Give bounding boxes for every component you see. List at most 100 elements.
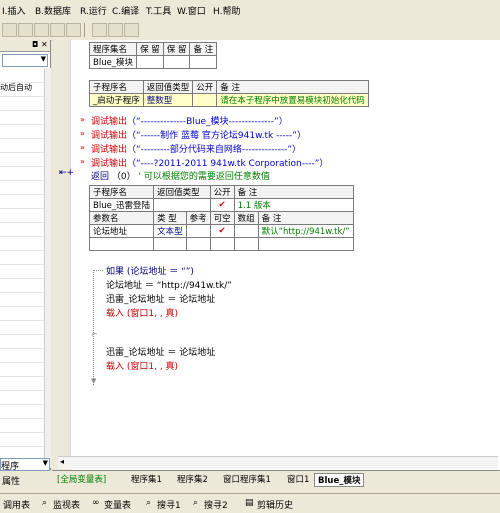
status-search1[interactable]: 搜寻1 [157,498,181,511]
tab-window1[interactable]: 窗口1 [284,473,312,485]
subroutine-name[interactable]: _启动子程序 [89,93,144,107]
property-row[interactable] [0,110,44,125]
menu-run[interactable]: R.运行 [80,4,107,17]
property-row[interactable] [0,376,44,391]
tab-global-vars[interactable]: [全局变量表] [54,473,109,485]
table-cell[interactable] [257,237,354,251]
remark-cell[interactable]: 请在本子程序中放置易模块初始化代码 [216,93,369,107]
close-icon[interactable]: ✕ [41,40,48,49]
subroutine-name[interactable]: Blue_迅雷登陆 [88,198,155,212]
tab-assembly2[interactable]: 程序集2 [174,473,211,485]
property-row[interactable] [0,166,44,181]
code-line[interactable]: 调试输出（“--------------Blue_模块-------------… [91,114,288,127]
table-cell[interactable] [185,237,211,251]
table-cell[interactable] [153,237,187,251]
property-row[interactable] [0,222,44,237]
scroll-left-icon[interactable]: ◂ [60,457,64,466]
toolbar-button[interactable] [50,23,65,37]
status-search2[interactable]: 搜寻2 [204,498,228,511]
property-row[interactable] [0,390,44,405]
property-row[interactable] [0,362,44,377]
toolbar-button[interactable] [2,23,17,37]
status-clip-history[interactable]: 剪辑历史 [257,498,293,511]
return-type[interactable] [153,198,211,212]
toolbar-separator [84,23,85,37]
table-cell[interactable] [189,55,218,69]
code-line[interactable]: 迅雷_论坛地址 ＝ 论坛地址 [106,345,215,358]
public-cell[interactable] [192,93,218,107]
property-row[interactable] [0,194,44,209]
assembly-name[interactable]: Blue_模块 [88,55,138,69]
status-call-table[interactable]: 调用表 [3,498,30,511]
toolbar-button[interactable] [18,23,33,37]
code-line[interactable]: 调试输出（“------制作 蓝莓 官方论坛941w.tk -----”） [91,128,306,141]
property-row[interactable] [0,138,44,153]
public-checkmark[interactable]: ✔ [209,198,235,212]
property-row[interactable] [0,418,44,433]
menu-tools[interactable]: T.工具 [146,4,171,17]
table-cell[interactable] [88,237,155,251]
horizontal-scrollbar[interactable]: ◂ [58,456,498,469]
status-variable-table[interactable]: 变量表 [104,498,131,511]
code-line[interactable]: 调试输出（“----?2011-2011 941w.tk Corporation… [91,156,328,169]
property-row[interactable] [0,180,44,195]
tab-blue-module[interactable]: Blue_模块 [314,473,365,487]
return-type[interactable]: 整数型 [142,93,194,107]
param-name[interactable]: 论坛地址 [88,224,155,238]
menu-help[interactable]: H.帮助 [213,4,240,17]
property-row[interactable] [0,96,44,111]
status-watch-table[interactable]: 监视表 [53,498,80,511]
table-cell[interactable] [233,237,259,251]
code-line[interactable]: 返回 （0） ' 可以根据您的需要返回任意数值 [91,169,270,182]
menu-insert[interactable]: I.插入 [2,4,26,17]
menu-window[interactable]: W.窗口 [177,4,206,17]
toolbar-button[interactable] [108,23,123,37]
property-row[interactable] [0,250,44,265]
code-line[interactable]: 论坛地址 ＝ “http://941w.tk/” [106,278,232,291]
property-row[interactable] [0,68,44,83]
toolbar-button[interactable] [124,23,139,37]
property-row[interactable] [0,236,44,251]
code-line[interactable]: 载入 (窗口1, , 真) [106,359,178,372]
table-cell[interactable] [136,55,164,69]
property-row[interactable] [0,306,44,321]
left-panel-combo[interactable]: ▼ [2,54,48,67]
tab-assembly1[interactable]: 程序集1 [128,473,165,485]
remark-cell[interactable]: 1.1 版本 [233,198,354,212]
pin-icon[interactable]: ◘ [32,40,38,49]
table-cell[interactable] [209,237,235,251]
load-call: 载入 (窗口1, , 真) [106,362,179,372]
property-row[interactable] [0,432,44,447]
property-row[interactable] [0,264,44,279]
property-row[interactable] [0,292,44,307]
property-row[interactable] [0,208,44,223]
param-array[interactable] [233,224,259,238]
menu-database[interactable]: B.数据库 [35,4,71,17]
tab-window-assembly1[interactable]: 窗口程序集1 [220,473,274,485]
left-scrollbar[interactable] [44,68,51,468]
flow-end-arrow-icon: ▼ [91,377,97,385]
code-line[interactable]: 载入 (窗口1, , 真) [106,306,178,319]
table-cell[interactable] [162,55,191,69]
menu-compile[interactable]: C.编译 [112,4,139,17]
property-row[interactable] [0,152,44,167]
toolbar-button[interactable] [66,23,81,37]
toolbar-button[interactable] [92,23,107,37]
property-row[interactable] [0,348,44,363]
param-type[interactable]: 文本型 [153,224,187,238]
property-row[interactable] [0,334,44,349]
remark-cell[interactable]: 默认“http://941w.tk/” [257,224,354,238]
code-line[interactable]: 如果 (论坛地址 ＝ “”) [106,264,194,277]
property-row[interactable] [0,124,44,139]
code-line[interactable]: 迅雷_论坛地址 ＝ 论坛地址 [106,292,215,305]
property-row[interactable] [0,404,44,419]
property-row[interactable] [0,278,44,293]
object-combo[interactable]: 程序 ▼ [0,458,50,472]
param-ref[interactable] [185,224,211,238]
properties-tab[interactable]: 属性 [2,474,20,487]
param-nullable-checkmark[interactable]: ✔ [209,224,235,238]
toolbar-button[interactable] [34,23,49,37]
property-row[interactable] [0,320,44,335]
code-line[interactable]: 调试输出（“---------部分代码来自网络--------------”） [91,142,301,155]
property-row[interactable]: 动后自动 [0,82,44,97]
